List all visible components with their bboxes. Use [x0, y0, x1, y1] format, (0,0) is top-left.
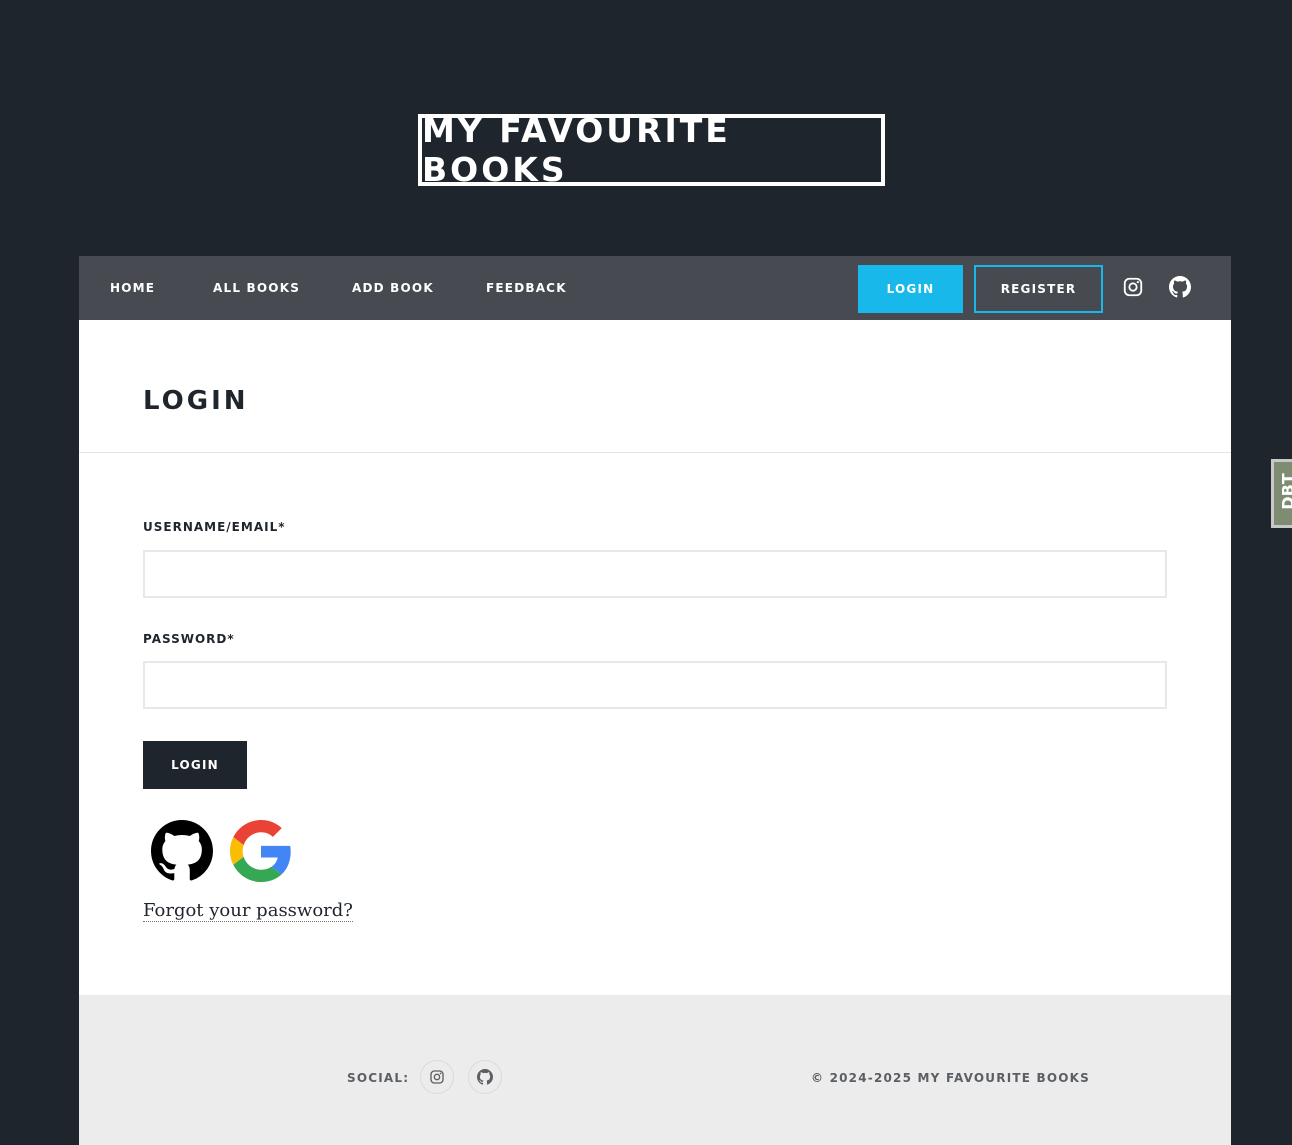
main-nav: HOME ALL BOOKS ADD BOOK FEEDBACK LOGIN R…	[79, 256, 1231, 320]
side-tab-label: DBT	[1278, 473, 1292, 510]
social-label: SOCIAL:	[347, 1071, 410, 1085]
nav-home[interactable]: HOME	[110, 256, 155, 320]
nav-register-button[interactable]: REGISTER	[974, 265, 1103, 313]
footer: SOCIAL: © 2024-2025 MY FAVOURITE BOOKS	[79, 995, 1231, 1145]
password-input[interactable]	[143, 661, 1167, 709]
login-card: LOGIN USERNAME/EMAIL* PASSWORD* LOGIN Fo…	[79, 320, 1231, 995]
github-icon[interactable]	[1169, 276, 1191, 298]
login-submit-button[interactable]: LOGIN	[143, 741, 247, 789]
instagram-icon	[430, 1070, 444, 1084]
page-title: LOGIN	[143, 386, 249, 416]
site-title[interactable]: MY FAVOURITE BOOKS	[418, 111, 885, 189]
username-label: USERNAME/EMAIL*	[143, 520, 286, 534]
copyright-text: © 2024-2025 MY FAVOURITE BOOKS	[811, 1071, 1091, 1085]
nav-all-books[interactable]: ALL BOOKS	[213, 256, 300, 320]
password-label: PASSWORD*	[143, 632, 235, 646]
instagram-icon[interactable]	[1122, 276, 1144, 298]
nav-add-book[interactable]: ADD BOOK	[352, 256, 434, 320]
side-tab[interactable]: DBT	[1271, 459, 1292, 528]
nav-feedback[interactable]: FEEDBACK	[486, 256, 567, 320]
divider	[79, 452, 1231, 453]
footer-instagram-link[interactable]	[420, 1060, 454, 1094]
github-icon	[477, 1069, 493, 1085]
github-icon[interactable]	[151, 820, 213, 882]
forgot-password-link[interactable]: Forgot your password?	[143, 900, 353, 922]
nav-login-button[interactable]: LOGIN	[858, 265, 963, 313]
google-icon[interactable]	[230, 820, 292, 882]
username-input[interactable]	[143, 550, 1167, 598]
footer-github-link[interactable]	[468, 1060, 502, 1094]
